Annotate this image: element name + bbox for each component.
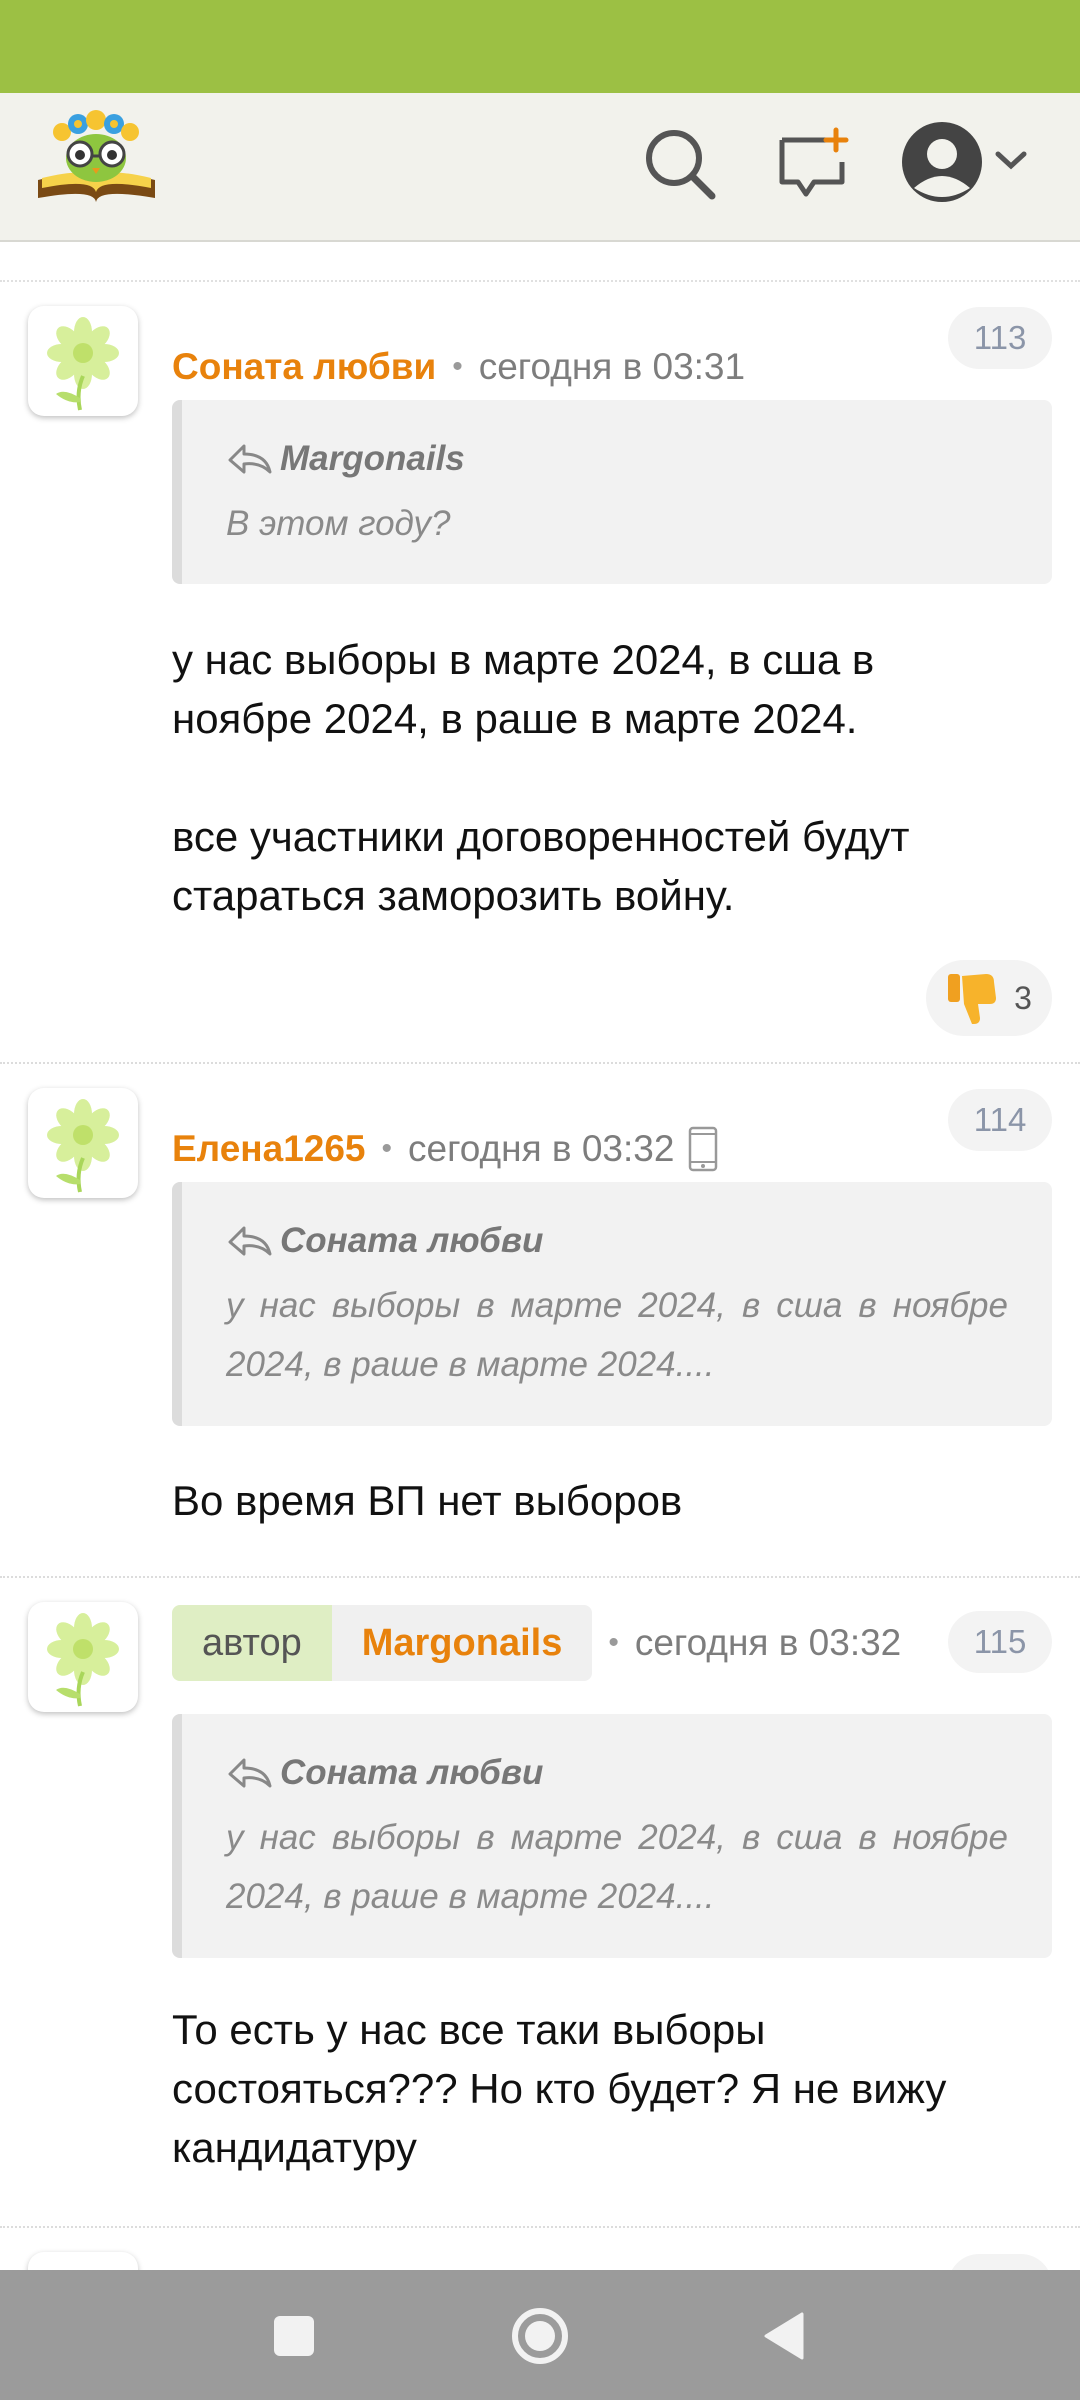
reply-arrow-icon <box>228 444 272 474</box>
comment-body: То есть у нас все таки выборы состояться… <box>172 2000 1032 2177</box>
comment-text-line: ноябре 2024, в раше в марте 2024. <box>172 695 858 742</box>
comment-time: сегодня в 03:32 <box>634 1622 902 1663</box>
quote-block[interactable]: Соната любви у нас выборы в марте 2024, … <box>172 1714 1052 1958</box>
comment-time: сегодня в 03:32 <box>408 1128 675 1169</box>
author-role-label: автор <box>172 1605 332 1681</box>
quote-block[interactable]: Соната любви у нас выборы в марте 2024, … <box>172 1182 1052 1426</box>
reply-arrow-icon <box>228 1226 272 1256</box>
quote-text: у нас выборы в марте 2024, в сша в ноябр… <box>226 1808 1008 1926</box>
comment-text-line: состояться??? Но кто будет? Я не вижу <box>172 2065 947 2112</box>
status-bar <box>0 0 1080 93</box>
thumbs-down-icon <box>948 974 997 1024</box>
comment-separator <box>0 1062 1080 1064</box>
comment-meta: Соната любви • сегодня в 03:31 <box>172 342 745 392</box>
comment-text-line: стараться заморозить войну. <box>172 872 735 919</box>
quote-text: у нас выборы в марте 2024, в сша в ноябр… <box>226 1276 1008 1394</box>
new-message-icon[interactable] <box>776 126 852 202</box>
comment-author[interactable]: Елена1265 <box>172 1128 366 1170</box>
dislike-reaction-button[interactable]: 3 <box>926 960 1052 1036</box>
quote-text: В этом году? <box>226 504 451 543</box>
system-navigation-bar <box>0 2270 1080 2400</box>
quote-author: Соната любви <box>280 1753 544 1792</box>
quote-block[interactable]: Margonails В этом году? <box>172 400 1052 584</box>
comment-text-line: То есть у нас все таки выборы <box>172 2006 766 2053</box>
avatar[interactable] <box>28 1602 138 1712</box>
comment-text-line: у нас выборы в марте 2024, в сша в <box>172 636 875 683</box>
comment-body: у нас выборы в марте 2024, в сша в ноябр… <box>172 630 1032 925</box>
triangle-back-icon[interactable] <box>762 2312 806 2360</box>
search-icon[interactable] <box>642 126 718 202</box>
comment-separator <box>0 2226 1080 2228</box>
comment-number-partial[interactable] <box>948 2254 1052 2270</box>
comment-body: Во время ВП нет выборов <box>172 1477 683 1524</box>
quote-text-line: 2024, в раше в марте 2024.... <box>226 1877 715 1916</box>
quote-header: Соната любви <box>226 1750 1008 1796</box>
comment-text-line: все участники договоренностей будут <box>172 813 910 860</box>
quote-text-line: 2024, в раше в марте 2024.... <box>226 1345 715 1384</box>
site-logo-icon[interactable] <box>34 108 159 208</box>
comment-number[interactable]: 115 <box>948 1611 1052 1673</box>
quote-text-line: у нас выборы в марте 2024, в сша в ноябр… <box>226 1818 1008 1857</box>
quote-author: Margonails <box>280 439 465 478</box>
comment-author: Margonails <box>331 1605 593 1681</box>
comment-number[interactable]: 114 <box>948 1089 1052 1151</box>
comment-text-line <box>172 748 1032 807</box>
quote-author: Соната любви <box>280 1221 544 1260</box>
comment-separator <box>0 1576 1080 1578</box>
quote-text-line: у нас выборы в марте 2024, в сша в ноябр… <box>226 1286 1008 1325</box>
author-badge[interactable]: автор Margonails <box>172 1605 593 1681</box>
mobile-phone-icon <box>689 1126 718 1172</box>
square-recents-icon[interactable] <box>272 2314 316 2358</box>
comment-meta: Елена1265 • сегодня в 03:32 <box>172 1124 718 1174</box>
circle-home-icon[interactable] <box>510 2306 570 2366</box>
comment-meta: автор Margonails • сегодня в 03:32 <box>172 1605 911 1681</box>
reaction-count: 3 <box>1014 979 1032 1016</box>
separator-dot: • <box>381 1132 393 1165</box>
user-avatar-icon[interactable] <box>900 120 1030 206</box>
reply-arrow-icon <box>228 1758 272 1788</box>
avatar[interactable] <box>28 2252 138 2270</box>
separator-dot: • <box>608 1626 619 1659</box>
comment-text-line: кандидатуру <box>172 2124 417 2171</box>
comment-number[interactable]: 113 <box>948 307 1052 369</box>
divider <box>0 280 1080 282</box>
comment-time: сегодня в 03:31 <box>478 346 746 387</box>
comment-author[interactable]: Соната любви <box>172 346 436 388</box>
quote-header: Соната любви <box>226 1218 1008 1264</box>
separator-dot: • <box>452 350 463 383</box>
avatar[interactable] <box>28 306 138 416</box>
avatar[interactable] <box>28 1088 138 1198</box>
quote-header: Margonails <box>226 436 1008 482</box>
comments-feed[interactable]: Соната любви • сегодня в 03:31 113 Margo… <box>0 242 1080 2270</box>
